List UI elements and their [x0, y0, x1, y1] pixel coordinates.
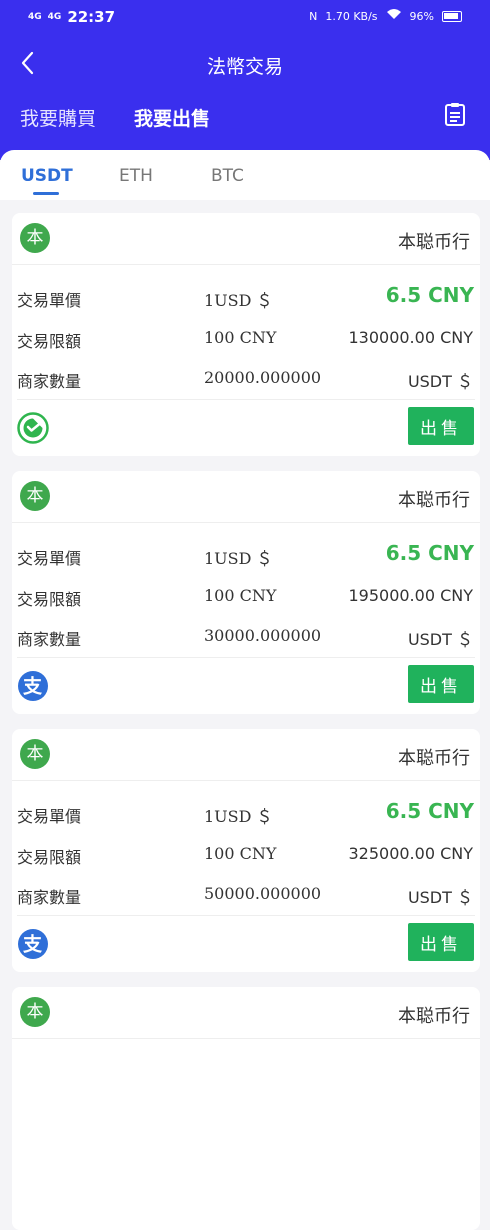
price-value: 6.5 CNY [385, 799, 474, 823]
price-row: 交易單價 1USD ＄ 6.5 CNY [12, 283, 480, 313]
merchant-badge-icon: 本 [20, 997, 50, 1027]
price-label: 交易單價 [17, 549, 82, 568]
merchant-name[interactable]: 本聪币行 [398, 1002, 470, 1028]
listing-card: 本 本聪币行 交易單價 1USD ＄ 6.5 CNY 交易限額 100 CNY … [12, 213, 480, 456]
limit-max: 325000.00 CNY [348, 844, 473, 863]
quantity-label: 商家數量 [17, 888, 82, 907]
divider [17, 657, 475, 658]
status-time: 22:37 [67, 8, 116, 26]
sell-button[interactable]: 出售 [408, 923, 474, 961]
tab-eth[interactable]: ETH [119, 166, 153, 186]
alipay-icon: 支 [18, 671, 48, 701]
limit-min: 100 CNY [204, 586, 277, 605]
unit-value: 1USD ＄ [204, 549, 273, 568]
trade-direction-tabs: 我要購買 我要出售 [20, 104, 210, 131]
svg-text:支: 支 [22, 676, 43, 698]
merchant-badge-icon: 本 [20, 739, 50, 769]
limit-label: 交易限額 [17, 848, 82, 867]
quantity-value: 30000.000000 [204, 626, 322, 645]
limit-row: 交易限額 100 CNY 130000.00 CNY [12, 324, 480, 354]
price-value: 6.5 CNY [385, 541, 474, 565]
limit-label: 交易限額 [17, 332, 82, 351]
quantity-label: 商家數量 [17, 372, 82, 391]
price-row: 交易單價 1USD ＄ 6.5 CNY [12, 799, 480, 829]
quantity-label: 商家數量 [17, 630, 82, 649]
listing-header: 本 本聪币行 [12, 213, 480, 265]
quantity-row: 商家數量 30000.000000 USDT ＄ [12, 622, 480, 652]
quantity-value: 20000.000000 [204, 368, 322, 387]
status-bar: 4G 4G 22:37 N 1.70 KB/s 96% [0, 0, 490, 34]
tab-btc[interactable]: BTC [211, 166, 244, 186]
price-row: 交易單價 1USD ＄ 6.5 CNY [12, 541, 480, 571]
divider [17, 399, 475, 400]
quantity-unit: USDT ＄ [407, 630, 473, 649]
nfc-icon: N [309, 9, 318, 23]
price-value: 6.5 CNY [385, 283, 474, 307]
quantity-row: 商家數量 50000.000000 USDT ＄ [12, 880, 480, 910]
listing-card: 本 本聪币行 交易單價 1USD ＄ 6.5 CNY 交易限額 100 CNY … [12, 471, 480, 714]
signal-icon: 4G [28, 12, 42, 22]
quantity-unit: USDT ＄ [407, 372, 473, 391]
unit-value: 1USD ＄ [204, 807, 273, 826]
merchant-name[interactable]: 本聪币行 [398, 228, 470, 254]
limit-row: 交易限額 100 CNY 195000.00 CNY [12, 582, 480, 612]
divider [17, 915, 475, 916]
app-header: 4G 4G 22:37 N 1.70 KB/s 96% 法幣交易 我要購買 我要… [0, 0, 490, 160]
page-title: 法幣交易 [206, 56, 283, 78]
merchant-badge-icon: 本 [20, 481, 50, 511]
signal-icon-2: 4G [47, 12, 62, 22]
listing-header: 本 本聪币行 [12, 471, 480, 523]
quantity-value: 50000.000000 [204, 884, 322, 903]
listing-card: 本 本聪币行 [12, 987, 480, 1230]
svg-text:支: 支 [22, 934, 43, 956]
battery-icon [442, 10, 462, 22]
listing-card: 本 本聪币行 交易單價 1USD ＄ 6.5 CNY 交易限額 100 CNY … [12, 729, 480, 972]
limit-row: 交易限額 100 CNY 325000.00 CNY [12, 840, 480, 870]
coin-tabs: USDT ETH BTC [0, 150, 490, 200]
quantity-unit: USDT ＄ [407, 888, 473, 907]
tab-sell[interactable]: 我要出售 [134, 104, 210, 131]
limit-max: 195000.00 CNY [348, 586, 473, 605]
wifi-icon [386, 8, 402, 24]
limit-min: 100 CNY [204, 328, 277, 347]
limit-label: 交易限額 [17, 590, 82, 609]
unit-value: 1USD ＄ [204, 291, 273, 310]
listing-header: 本 本聪币行 [12, 729, 480, 781]
limit-max: 130000.00 CNY [348, 328, 473, 347]
net-speed: 1.70 KB/s [325, 9, 378, 23]
listing-header: 本 本聪币行 [12, 987, 480, 1039]
battery-level: 96% [409, 9, 434, 23]
limit-min: 100 CNY [204, 844, 277, 863]
merchant-name[interactable]: 本聪币行 [398, 744, 470, 770]
active-tab-indicator [33, 192, 59, 195]
sell-button[interactable]: 出售 [408, 665, 474, 703]
price-label: 交易單價 [17, 807, 82, 826]
quantity-row: 商家數量 20000.000000 USDT ＄ [12, 364, 480, 394]
price-label: 交易單價 [17, 291, 82, 310]
alipay-icon: 支 [18, 929, 48, 959]
order-list-icon[interactable] [444, 102, 466, 126]
wechat-pay-icon [17, 412, 49, 444]
sell-button[interactable]: 出售 [408, 407, 474, 445]
tab-usdt[interactable]: USDT [21, 166, 73, 186]
tab-buy[interactable]: 我要購買 [20, 104, 96, 131]
merchant-badge-icon: 本 [20, 223, 50, 253]
merchant-name[interactable]: 本聪币行 [398, 486, 470, 512]
